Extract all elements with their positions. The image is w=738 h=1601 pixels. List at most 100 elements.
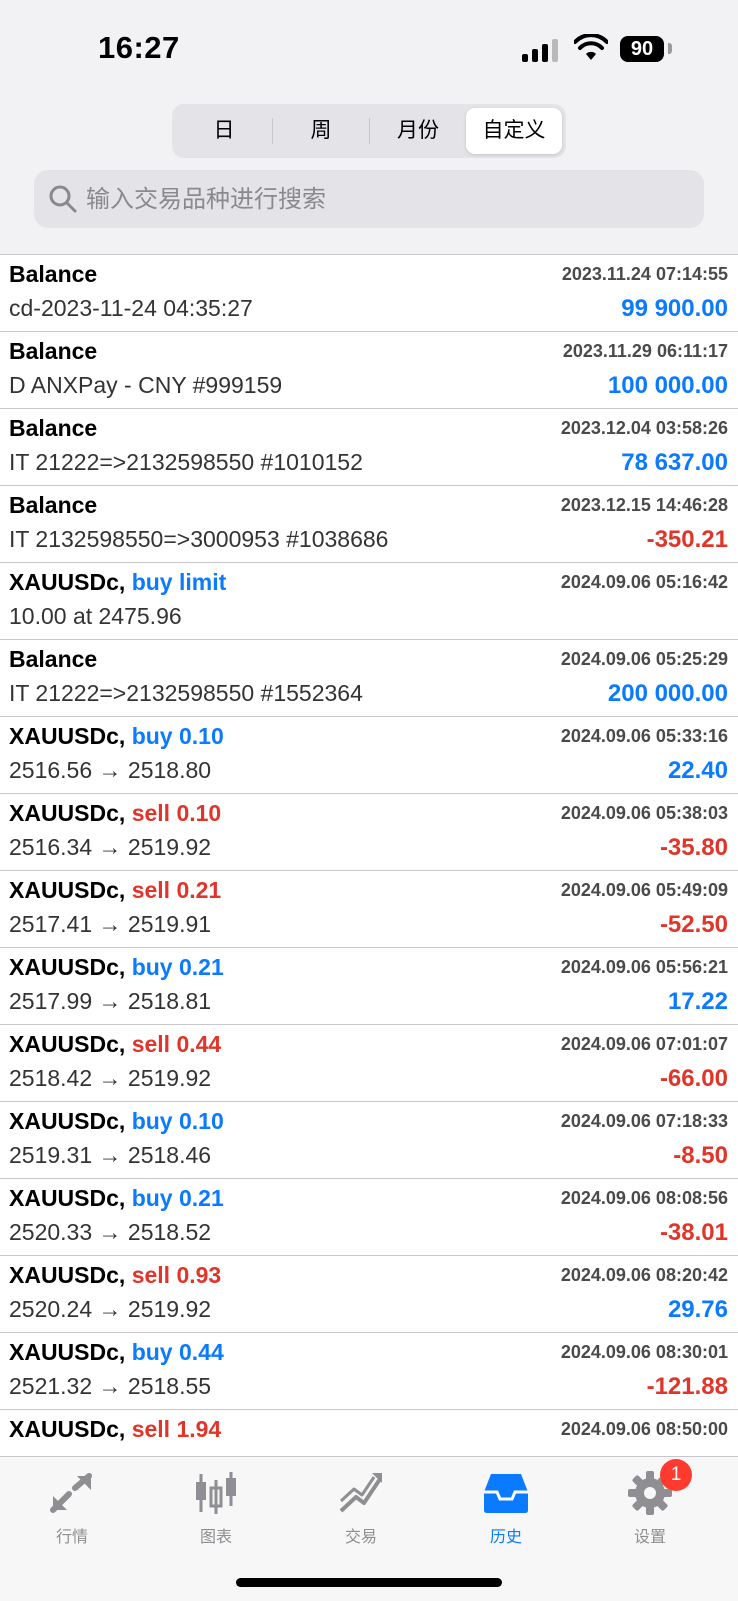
- segment-week[interactable]: 周: [273, 108, 369, 154]
- row-action: sell 1.94: [131, 1416, 222, 1442]
- row-description: 2520.33 → 2518.52: [9, 1219, 212, 1245]
- row-amount: 17.22: [667, 988, 728, 1015]
- row-symbol: Balance: [9, 492, 97, 519]
- history-row[interactable]: Balance 2023.11.24 07:14:55 cd-2023-11-24…: [0, 255, 738, 332]
- row-symbol-name: Balance: [9, 492, 98, 518]
- row-date: 2024.09.06 05:25:29: [560, 649, 728, 669]
- row-symbol-name: XAUUSDc,: [9, 723, 126, 749]
- row-symbol-name: Balance: [9, 338, 98, 364]
- period-segmented-control: 日 周 月份 自定义: [172, 104, 566, 158]
- row-description: 2520.24 → 2519.92: [9, 1296, 212, 1322]
- row-description: 2516.34 → 2519.92: [9, 834, 212, 860]
- history-row[interactable]: Balance 2023.12.04 03:58:26 IT 21222=>213…: [0, 409, 738, 486]
- tab-settings[interactable]: 1 设置: [600, 1459, 700, 1547]
- tab-quotes[interactable]: 行情: [22, 1467, 122, 1547]
- row-action: sell 0.44: [131, 1031, 222, 1057]
- row-symbol: XAUUSDc, sell 0.10: [9, 800, 221, 827]
- row-amount: -350.21: [646, 526, 728, 553]
- cellular-signal-icon: [522, 38, 562, 62]
- trade-icon: [339, 1473, 382, 1513]
- header-area: 16:27 90 日 周 月份 自定义: [0, 0, 738, 255]
- tab-trade-label: 交易: [344, 1529, 377, 1546]
- quotes-icon: [50, 1473, 92, 1513]
- history-row[interactable]: XAUUSDc, buy 0.10 2024.09.06 07:18:33 2519…: [0, 1102, 738, 1179]
- history-inbox-icon: [484, 1474, 528, 1513]
- tab-quotes-label: 行情: [55, 1529, 88, 1546]
- history-row[interactable]: XAUUSDc, buy limit 2024.09.06 05:16:42 10.…: [0, 563, 738, 640]
- history-list: Balance 2023.11.24 07:14:55 cd-2023-11-24…: [0, 255, 738, 1487]
- row-amount: -66.00: [659, 1065, 728, 1092]
- row-symbol-name: XAUUSDc,: [9, 954, 126, 980]
- row-date: 2024.09.06 08:08:56: [560, 1188, 728, 1208]
- row-symbol: XAUUSDc, buy 0.44: [9, 1339, 224, 1366]
- row-description: D ANXPay - CNY #999159: [9, 372, 283, 398]
- tab-history-label: 历史: [489, 1529, 522, 1546]
- row-amount: -52.50: [659, 911, 728, 938]
- row-symbol: Balance: [9, 261, 97, 288]
- row-date: 2024.09.06 05:56:21: [560, 957, 728, 977]
- row-symbol: XAUUSDc, buy 0.21: [9, 1185, 224, 1212]
- search-icon: [49, 185, 77, 213]
- row-symbol: XAUUSDc, sell 1.94: [9, 1416, 221, 1443]
- search-bar[interactable]: [34, 170, 704, 230]
- history-row[interactable]: XAUUSDc, sell 0.93 2024.09.06 08:20:42 252…: [0, 1256, 738, 1333]
- row-date: 2024.09.06 05:38:03: [560, 803, 728, 823]
- history-row[interactable]: XAUUSDc, buy 0.21 2024.09.06 05:56:21 2517…: [0, 948, 738, 1025]
- tab-settings-label: 设置: [633, 1529, 666, 1546]
- history-row[interactable]: Balance 2023.11.29 06:11:17 D ANXPay - CN…: [0, 332, 738, 409]
- settings-badge: 1: [660, 1459, 692, 1491]
- row-action: sell 0.21: [131, 877, 222, 903]
- row-description: 10.00 at 2475.96: [9, 603, 182, 629]
- row-symbol-name: Balance: [9, 415, 98, 441]
- row-symbol-name: XAUUSDc,: [9, 800, 126, 826]
- row-amount: 22.40: [667, 757, 728, 784]
- row-symbol: XAUUSDc, sell 0.93: [9, 1262, 221, 1289]
- tab-history[interactable]: 历史: [456, 1467, 556, 1547]
- row-amount: 200 000.00: [607, 680, 728, 707]
- row-description: 2516.56 → 2518.80: [9, 757, 212, 783]
- row-action: buy 0.21: [131, 954, 224, 980]
- row-date: 2024.09.06 05:49:09: [560, 880, 728, 900]
- tab-trade[interactable]: 交易: [311, 1467, 411, 1547]
- history-row[interactable]: XAUUSDc, buy 0.21 2024.09.06 08:08:56 2520…: [0, 1179, 738, 1256]
- row-symbol: XAUUSDc, sell 0.21: [9, 877, 221, 904]
- row-amount: -35.80: [659, 834, 728, 861]
- row-symbol: XAUUSDc, sell 0.44: [9, 1031, 221, 1058]
- row-amount: -8.50: [673, 1142, 728, 1169]
- row-date: 2024.09.06 05:33:16: [560, 726, 728, 746]
- row-description: 2517.41 → 2519.91: [9, 911, 212, 937]
- row-action: buy 0.21: [131, 1185, 224, 1211]
- row-symbol-name: XAUUSDc,: [9, 1031, 126, 1057]
- segment-custom[interactable]: 自定义: [466, 108, 562, 154]
- row-description: 2517.99 → 2518.81: [9, 988, 212, 1014]
- row-description: IT 21222=>2132598550 #1010152: [9, 449, 363, 475]
- row-symbol: XAUUSDc, buy 0.10: [9, 723, 224, 750]
- segment-day[interactable]: 日: [176, 108, 272, 154]
- chart-candles-icon: [196, 1472, 236, 1514]
- row-description: IT 21222=>2132598550 #1552364: [9, 680, 363, 706]
- row-amount: 99 900.00: [621, 295, 728, 322]
- row-symbol: Balance: [9, 338, 97, 365]
- row-amount: 100 000.00: [607, 372, 728, 399]
- search-input[interactable]: [84, 170, 688, 230]
- row-date: 2024.09.06 07:01:07: [560, 1034, 728, 1054]
- row-symbol-name: XAUUSDc,: [9, 1416, 126, 1442]
- row-symbol-name: XAUUSDc,: [9, 1262, 126, 1288]
- row-date: 2023.11.24 07:14:55: [561, 264, 728, 284]
- row-amount: 78 637.00: [621, 449, 728, 476]
- history-row[interactable]: XAUUSDc, buy 0.10 2024.09.06 05:33:16 2516…: [0, 717, 738, 794]
- history-row[interactable]: XAUUSDc, buy 0.44 2024.09.06 08:30:01 2521…: [0, 1333, 738, 1410]
- wifi-icon: [574, 34, 608, 60]
- history-row[interactable]: Balance 2023.12.15 14:46:28 IT 2132598550…: [0, 486, 738, 563]
- history-row[interactable]: Balance 2024.09.06 05:25:29 IT 21222=>213…: [0, 640, 738, 717]
- segment-month[interactable]: 月份: [370, 108, 466, 154]
- row-amount: -38.01: [659, 1219, 728, 1246]
- tab-chart[interactable]: 图表: [166, 1467, 266, 1547]
- row-date: 2023.11.29 06:11:17: [562, 341, 728, 361]
- home-indicator[interactable]: [236, 1578, 502, 1587]
- row-action: buy 0.44: [131, 1339, 224, 1365]
- history-row[interactable]: XAUUSDc, sell 0.21 2024.09.06 05:49:09 251…: [0, 871, 738, 948]
- history-row[interactable]: XAUUSDc, sell 0.44 2024.09.06 07:01:07 251…: [0, 1025, 738, 1102]
- history-row[interactable]: XAUUSDc, sell 0.10 2024.09.06 05:38:03 251…: [0, 794, 738, 871]
- row-description: 2519.31 → 2518.46: [9, 1142, 212, 1168]
